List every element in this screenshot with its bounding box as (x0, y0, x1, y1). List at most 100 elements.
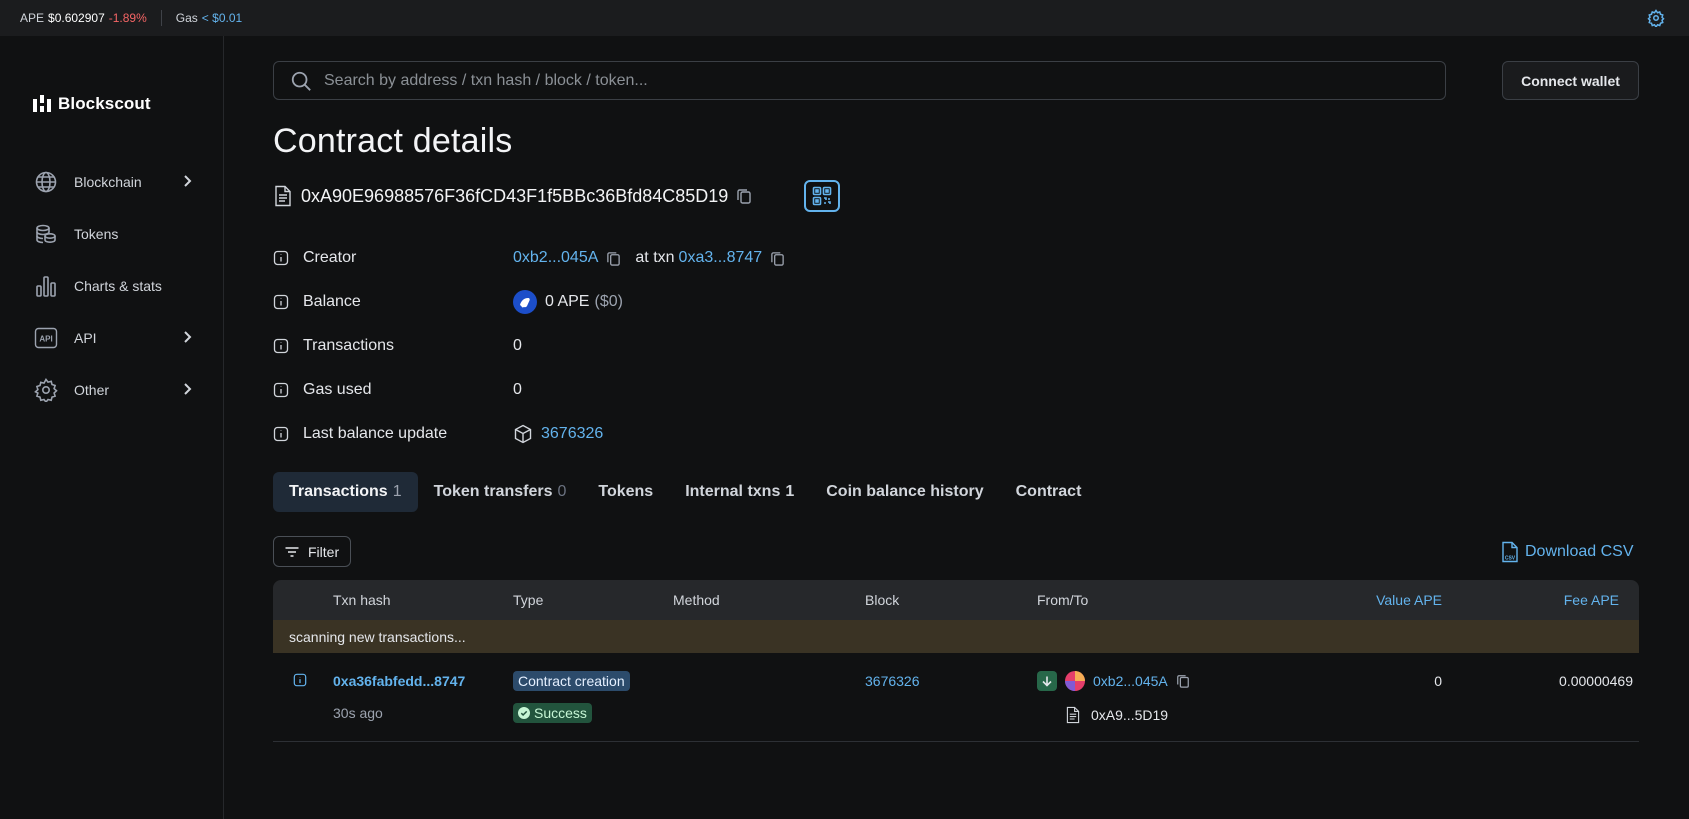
contract-document-icon (1066, 706, 1080, 724)
download-csv-link[interactable]: CSV Download CSV (1501, 541, 1634, 563)
search-input[interactable] (324, 71, 1404, 90)
block-cube-icon (514, 424, 532, 444)
detail-label: Creator (303, 249, 357, 266)
top-bar: APE $0.602907 -1.89% Gas < $0.01 (0, 0, 1689, 36)
sidebar-item-charts[interactable]: Charts & stats (34, 260, 194, 312)
tx-block-link[interactable]: 3676326 (865, 673, 920, 689)
copy-icon[interactable] (736, 188, 752, 204)
address-avatar-icon (1065, 671, 1085, 691)
transactions-table: Txn hash Type Method Block From/To Value… (273, 580, 1639, 742)
sidebar-item-label: Other (74, 382, 110, 398)
search-bar[interactable] (273, 61, 1446, 100)
tx-to-address[interactable]: 0xA9...5D19 (1091, 707, 1168, 723)
sidebar-nav: Blockchain Tokens Charts & stats API API (34, 156, 194, 416)
table-row: 0xa36fabfedd...8747 30s ago Contract cre… (273, 653, 1639, 742)
coin-price-change: -1.89% (108, 11, 147, 25)
tab-count: 1 (392, 483, 402, 500)
api-icon: API (34, 327, 58, 349)
sidebar-item-label: Blockchain (74, 174, 142, 190)
balance-usd: ($0) (594, 293, 623, 310)
tx-fee: 0.00000469 (1559, 673, 1633, 689)
detail-row-gas-used: Gas used 0 (273, 368, 799, 412)
detail-label: Balance (303, 293, 361, 310)
gas-label: Gas (175, 11, 198, 25)
qr-code-icon (812, 186, 832, 206)
tx-status-badge: Success (513, 703, 592, 723)
svg-text:CSV: CSV (1505, 556, 1516, 562)
copy-icon[interactable] (770, 251, 785, 266)
tab-internal-txns[interactable]: Internal txns 1 (669, 472, 810, 512)
creator-address-link[interactable]: 0xb2...045A (513, 249, 598, 267)
contract-document-icon (275, 185, 291, 207)
tab-label: Token transfers (433, 483, 553, 500)
gas-price[interactable]: < $0.01 (202, 11, 242, 25)
detail-label: Transactions (303, 337, 394, 354)
sidebar-item-label: Tokens (74, 226, 119, 242)
creator-txn-link[interactable]: 0xa3...8747 (679, 249, 763, 267)
sidebar-item-blockchain[interactable]: Blockchain (34, 156, 194, 208)
incoming-arrow-icon (1037, 671, 1057, 691)
copy-icon[interactable] (606, 251, 621, 266)
contract-address: 0xA90E96988576F36fCD43F1f5BBc36Bfd84C85D… (301, 185, 729, 206)
search-icon (291, 71, 311, 91)
sidebar-item-other[interactable]: Other (34, 364, 194, 416)
tab-count: 0 (557, 483, 567, 500)
sidebar-item-tokens[interactable]: Tokens (34, 208, 194, 260)
balance-amount: 0 APE (545, 293, 590, 310)
tx-hash-link[interactable]: 0xa36fabfedd...8747 (333, 673, 465, 689)
tab-contract[interactable]: Contract (1000, 472, 1098, 512)
coins-icon (36, 224, 56, 244)
info-icon[interactable] (273, 338, 289, 354)
last-update-block-link[interactable]: 3676326 (541, 425, 603, 443)
filter-label: Filter (308, 543, 340, 560)
tab-label: Tokens (598, 483, 654, 500)
tx-type-badge: Contract creation (513, 671, 630, 691)
detail-row-last-balance-update: Last balance update 3676326 (273, 412, 799, 456)
tab-transactions[interactable]: Transactions 1 (273, 472, 418, 512)
column-header-value[interactable]: Value APE (1376, 592, 1442, 608)
tab-tokens[interactable]: Tokens (582, 472, 669, 512)
sidebar-item-label: Charts & stats (74, 278, 162, 294)
chart-icon (36, 276, 56, 297)
coin-label: APE (20, 11, 45, 25)
column-header-txn-hash: Txn hash (333, 592, 391, 608)
tx-from-address-link[interactable]: 0xb2...045A (1093, 673, 1168, 689)
qr-code-button[interactable] (804, 180, 840, 212)
info-icon[interactable] (273, 382, 289, 398)
tx-value: 0 (1434, 673, 1442, 689)
copy-icon[interactable] (1176, 674, 1190, 688)
tab-label: Internal txns (685, 483, 781, 500)
column-header-fee[interactable]: Fee APE (1564, 592, 1619, 608)
globe-icon (35, 171, 57, 193)
tab-coin-balance-history[interactable]: Coin balance history (810, 472, 999, 512)
detail-value: 3676326 (513, 424, 603, 444)
sidebar-item-label: API (74, 330, 97, 346)
sidebar: Blockscout Blockchain Tokens Charts & st… (0, 36, 224, 819)
detail-row-creator: Creator 0xb2...045A at txn 0xa3...8747 (273, 236, 799, 280)
tab-count: 1 (785, 483, 795, 500)
connect-wallet-button[interactable]: Connect wallet (1502, 61, 1639, 100)
table-header: Txn hash Type Method Block From/To Value… (273, 580, 1639, 620)
scanning-banner: scanning new transactions... (273, 620, 1639, 653)
column-header-from-to: From/To (1037, 592, 1089, 608)
detail-row-transactions: Transactions 0 (273, 324, 799, 368)
brand-logo[interactable]: Blockscout (32, 94, 151, 114)
info-icon[interactable] (273, 426, 289, 442)
tx-info-icon[interactable] (293, 673, 307, 687)
info-icon[interactable] (273, 294, 289, 310)
info-icon[interactable] (273, 250, 289, 266)
filter-button[interactable]: Filter (273, 536, 351, 567)
transactions-count: 0 (513, 337, 522, 354)
tab-token-transfers[interactable]: Token transfers 0 (418, 472, 583, 512)
chevron-right-icon (184, 383, 192, 395)
tx-from: 0xb2...045A (1037, 671, 1190, 691)
blockscout-logo-icon (33, 95, 51, 112)
ape-coin-icon (513, 290, 537, 314)
settings-gear-icon[interactable] (1647, 9, 1665, 27)
coin-price: $0.602907 (48, 11, 105, 25)
contract-address-row: 0xA90E96988576F36fCD43F1f5BBc36Bfd84C85D… (273, 183, 752, 209)
detail-value: 0xb2...045A at txn 0xa3...8747 (513, 249, 799, 267)
tab-label: Transactions (289, 483, 388, 500)
gear-icon (34, 378, 58, 402)
sidebar-item-api[interactable]: API API (34, 312, 194, 364)
